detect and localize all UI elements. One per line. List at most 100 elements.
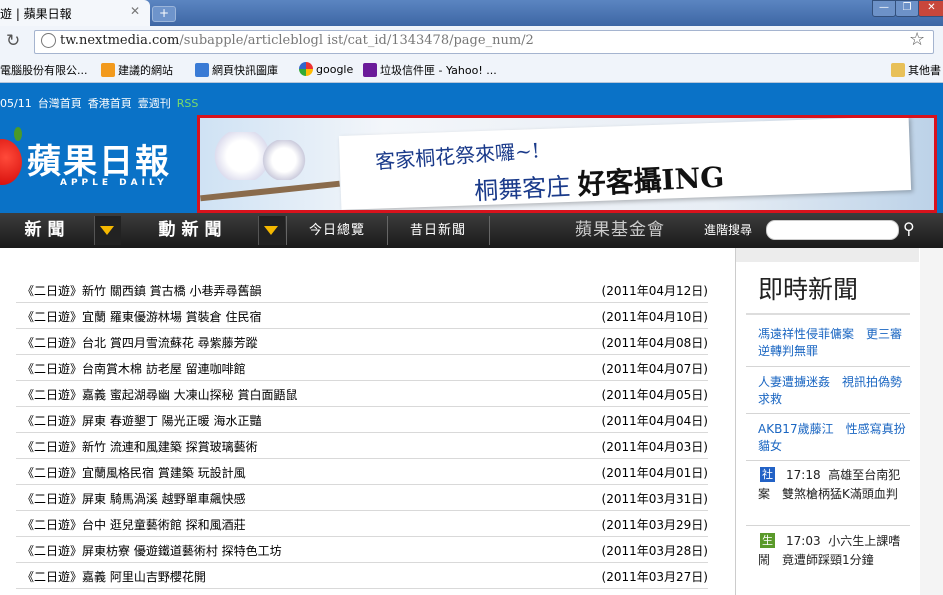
- article-row[interactable]: 《二日遊》新竹 關西鎮 賞古橋 小巷弄尋舊韻 (2011年04月12日): [16, 277, 708, 303]
- article-row[interactable]: 《二日遊》新竹 流連和風建築 探賞玻璃藝術 (2011年04月03日): [16, 433, 708, 459]
- nav-foundation[interactable]: 蘋果基金會: [555, 213, 685, 248]
- bookmark-item[interactable]: google: [299, 62, 353, 76]
- globe-icon: [41, 33, 56, 48]
- sidebar-news-link[interactable]: AKB17歲藤江 性感寫真扮貓女: [758, 421, 908, 455]
- bookmark-item[interactable]: 垃圾信件匣 - Yahoo! ...: [363, 62, 497, 78]
- article-date: (2011年04月12日): [601, 284, 708, 298]
- rss-link[interactable]: RSS: [177, 97, 199, 110]
- bookmark-item[interactable]: 其他書: [891, 62, 941, 78]
- news-text: 高雄至台南犯案 雙煞槍柄猛K滿頭血判: [758, 468, 901, 501]
- article-date: (2011年03月28日): [601, 544, 708, 558]
- bookmark-label: 電腦股份有限公...: [0, 64, 88, 77]
- site-logo[interactable]: 蘋果日報: [27, 134, 171, 183]
- banner-slogan-text: 桐舞客庄: [473, 172, 571, 206]
- article-title-link[interactable]: 《二日遊》宜蘭風格民宿 賞建築 玩設計風: [22, 464, 246, 481]
- flower-graphic: [262, 140, 306, 180]
- article-row[interactable]: 《二日遊》宜蘭 羅東優游林場 賞裝倉 住民宿 (2011年04月10日): [16, 303, 708, 329]
- google-icon: [299, 62, 313, 76]
- reload-icon[interactable]: ↻: [6, 31, 20, 51]
- sidebar-top-bar: [736, 248, 919, 262]
- sidebar-heading: 即時新聞: [758, 275, 859, 304]
- link-hongkong-home[interactable]: 香港首頁: [88, 97, 132, 110]
- browser-tab[interactable]: 遊 | 蘋果日報 ✕: [0, 0, 150, 26]
- sidebar-news-link[interactable]: 馮遠祥性侵菲傭案 更三審逆轉判無罪: [758, 326, 908, 360]
- url-text[interactable]: tw.nextmedia.com/subapple/articleblogl i…: [60, 33, 534, 48]
- advanced-search-link[interactable]: 進階搜尋: [704, 213, 752, 248]
- bookmark-item[interactable]: 網頁快訊圖庫: [195, 62, 278, 78]
- ad-banner[interactable]: 客家桐花祭來囉~! 桐舞客庄 好客攝ING: [197, 115, 937, 213]
- link-next-magazine[interactable]: 壹週刊: [138, 97, 171, 110]
- article-date: (2011年04月10日): [601, 310, 708, 324]
- dropdown-arrow-icon: [264, 226, 278, 235]
- nav-news[interactable]: 新聞: [0, 213, 95, 248]
- article-title-link[interactable]: 《二日遊》新竹 流連和風建築 探賞玻璃藝術: [22, 438, 258, 455]
- article-title-link[interactable]: 《二日遊》台南賞木棉 訪老屋 留連咖啡館: [22, 360, 246, 377]
- url-path: /subapple/articleblogl ist/cat_id/134347…: [179, 33, 534, 48]
- bookmark-label: google: [316, 63, 354, 76]
- article-row[interactable]: 《二日遊》嘉義 蜜起湖尋幽 大凍山探秘 賞白面鼯鼠 (2011年04月05日): [16, 381, 708, 407]
- article-row[interactable]: 《二日遊》屏東枋寮 優遊鐵道藝術村 探特色工坊 (2011年03月28日): [16, 537, 708, 563]
- close-icon[interactable]: ✕: [130, 4, 140, 18]
- article-row[interactable]: 《二日遊》台中 逛兒童藝術館 探和風酒莊 (2011年03月29日): [16, 511, 708, 537]
- tab-title: 遊 | 蘋果日報: [0, 7, 72, 21]
- article-date: (2011年03月29日): [601, 518, 708, 532]
- bookmark-star-icon[interactable]: ☆: [909, 29, 925, 50]
- article-date: (2011年04月03日): [601, 440, 708, 454]
- article-title-link[interactable]: 《二日遊》屏東 騎馬渦溪 越野單車飆快感: [22, 490, 246, 507]
- sidebar-divider: [746, 525, 910, 526]
- article-date: (2011年04月08日): [601, 336, 708, 350]
- url-host: tw.nextmedia.com: [60, 33, 180, 48]
- suggested-sites-icon: [101, 63, 115, 77]
- sidebar-news-item[interactable]: 17:18 高雄至台南犯案 雙煞槍柄猛K滿頭血判: [758, 466, 908, 504]
- top-nav: 05/11 台灣首頁 香港首頁 壹週刊 RSS: [0, 95, 204, 111]
- article-row[interactable]: 《二日遊》屏東 春遊墾丁 陽光正暖 海水正豔 (2011年04月04日): [16, 407, 708, 433]
- news-time: 17:18: [786, 468, 821, 482]
- dropdown-arrow-icon: [100, 226, 114, 235]
- nav-today[interactable]: 今日總覽: [287, 213, 387, 248]
- sidebar-news-link[interactable]: 人妻遭擄迷姦 視訊拍偽勢求救: [758, 374, 908, 408]
- article-title-link[interactable]: 《二日遊》嘉義 蜜起湖尋幽 大凍山探秘 賞白面鼯鼠: [22, 386, 297, 403]
- banner-slogan-big: 好客攝ING: [576, 160, 726, 202]
- new-tab-button[interactable]: +: [152, 6, 176, 22]
- leaf-icon: [14, 127, 22, 141]
- nav-video-news[interactable]: 動新聞: [128, 213, 258, 248]
- article-title-link[interactable]: 《二日遊》屏東 春遊墾丁 陽光正暖 海水正豔: [22, 412, 261, 429]
- article-date: (2011年04月01日): [601, 466, 708, 480]
- bookmark-item[interactable]: 電腦股份有限公...: [0, 62, 88, 78]
- maximize-icon[interactable]: ❐: [895, 0, 919, 17]
- bookmark-item[interactable]: 建議的網站: [101, 62, 173, 78]
- article-date: (2011年03月27日): [601, 570, 708, 584]
- article-title-link[interactable]: 《二日遊》台中 逛兒童藝術館 探和風酒莊: [22, 516, 246, 533]
- news-time: 17:03: [786, 534, 821, 548]
- article-row[interactable]: 《二日遊》嘉義 阿里山吉野櫻花開 (2011年03月27日): [16, 563, 708, 589]
- sidebar-news-item[interactable]: 17:03 小六生上課嗜鬧 竟遭師踩頸1分鐘: [758, 532, 908, 570]
- nav-past-news[interactable]: 昔日新聞: [388, 213, 488, 248]
- article-title-link[interactable]: 《二日遊》屏東枋寮 優遊鐵道藝術村 探特色工坊: [22, 542, 282, 559]
- nav-divider: [489, 216, 490, 245]
- article-date: (2011年04月07日): [601, 362, 708, 376]
- link-taiwan-home[interactable]: 台灣首頁: [38, 97, 82, 110]
- search-input[interactable]: [766, 220, 899, 240]
- article-row[interactable]: 《二日遊》宜蘭風格民宿 賞建築 玩設計風 (2011年04月01日): [16, 459, 708, 485]
- header-date: 05/11: [0, 97, 32, 110]
- window-close-icon[interactable]: ✕: [918, 0, 943, 17]
- news-text: 小六生上課嗜鬧 竟遭師踩頸1分鐘: [758, 534, 901, 567]
- article-title-link[interactable]: 《二日遊》台北 賞四月雪流蘇花 尋紫藤芳蹤: [22, 334, 258, 351]
- sidebar-divider: [746, 413, 910, 414]
- article-title-link[interactable]: 《二日遊》嘉義 阿里山吉野櫻花開: [22, 568, 206, 585]
- article-row[interactable]: 《二日遊》台南賞木棉 訪老屋 留連咖啡館 (2011年04月07日): [16, 355, 708, 381]
- site-logo-english: APPLE DAILY: [60, 178, 168, 188]
- bookmark-label: 其他書: [908, 64, 941, 77]
- bookmark-label: 建議的網站: [118, 64, 173, 77]
- branch-graphic: [200, 180, 340, 202]
- search-icon[interactable]: ⚲: [903, 219, 915, 238]
- article-title-link[interactable]: 《二日遊》新竹 關西鎮 賞古橋 小巷弄尋舊韻: [22, 282, 261, 299]
- bookmark-label: 網頁快訊圖庫: [212, 64, 278, 77]
- sidebar-divider: [746, 366, 910, 367]
- minimize-icon[interactable]: —: [872, 0, 896, 17]
- article-date: (2011年04月04日): [601, 414, 708, 428]
- article-title-link[interactable]: 《二日遊》宜蘭 羅東優游林場 賞裝倉 住民宿: [22, 308, 261, 325]
- right-gutter: [920, 248, 943, 595]
- article-row[interactable]: 《二日遊》台北 賞四月雪流蘇花 尋紫藤芳蹤 (2011年04月08日): [16, 329, 708, 355]
- article-row[interactable]: 《二日遊》屏東 騎馬渦溪 越野單車飆快感 (2011年03月31日): [16, 485, 708, 511]
